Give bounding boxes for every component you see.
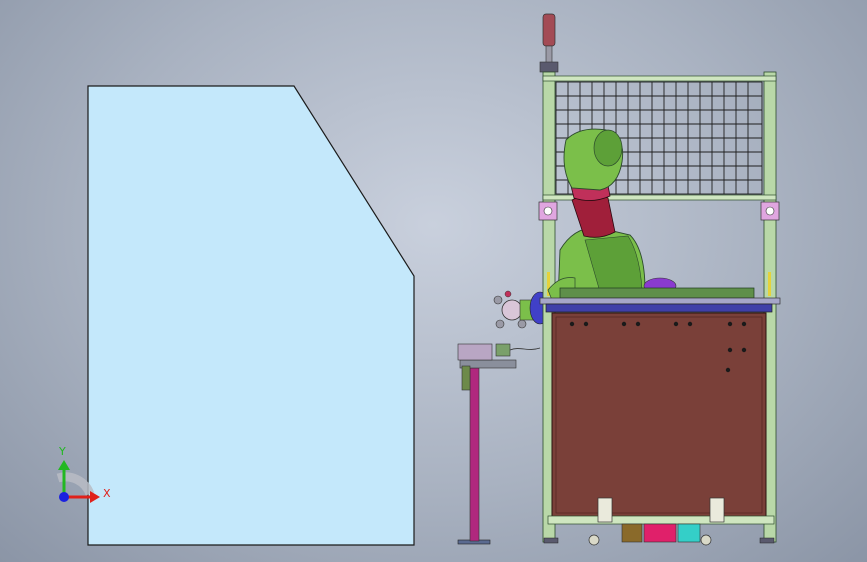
robot-head-cap [593,129,623,167]
side-stand-fixture [457,343,493,361]
work-table[interactable] [539,287,781,313]
y-axis-arrow [58,460,70,470]
guard-panel[interactable] [87,85,415,546]
base-block-brown [621,523,643,543]
side-stand-post [469,367,480,542]
side-stand-block [495,343,511,357]
light-tower-base [539,61,559,73]
right-joint-bolt [765,206,775,216]
foot-left [543,537,559,544]
gripper-finger-4 [504,290,512,298]
base-block-magenta [643,523,677,543]
caster-right-wheel [700,534,712,546]
gripper-finger-1 [493,295,503,305]
assembly-scene[interactable]: Y X [0,0,867,562]
z-axis-dot [59,492,69,502]
x-axis-label: X [103,487,111,500]
table-fixture-plate [559,287,755,299]
left-joint-bolt [543,206,553,216]
caster-left-wheel [588,534,600,546]
cad-viewport[interactable]: Y X [0,0,867,562]
caster-left-block [597,497,613,523]
light-tower-stem [545,45,553,65]
right-yellow-strip [768,272,771,296]
table-edge [545,303,773,313]
robot-gripper[interactable] [493,290,551,329]
side-stand[interactable] [457,343,541,545]
foot-right [759,537,775,544]
side-stand-bracket [461,365,471,391]
table-top [539,297,781,305]
robot-lower-arm [571,194,616,238]
top-rail [542,75,777,82]
caster-right-block [709,497,725,523]
cabinet-panel [551,312,767,518]
gripper-finger-3 [517,319,527,329]
robot-arm[interactable] [547,128,677,301]
light-tower-cap [542,13,556,47]
cabinet-bottom-rail [547,515,775,525]
y-axis-label: Y [58,445,66,458]
gripper-finger-2 [495,319,505,329]
gripper-hub [501,299,523,321]
machine-cabinet[interactable] [543,312,775,546]
side-stand-cable [509,347,541,351]
base-block-cyan [677,523,701,543]
